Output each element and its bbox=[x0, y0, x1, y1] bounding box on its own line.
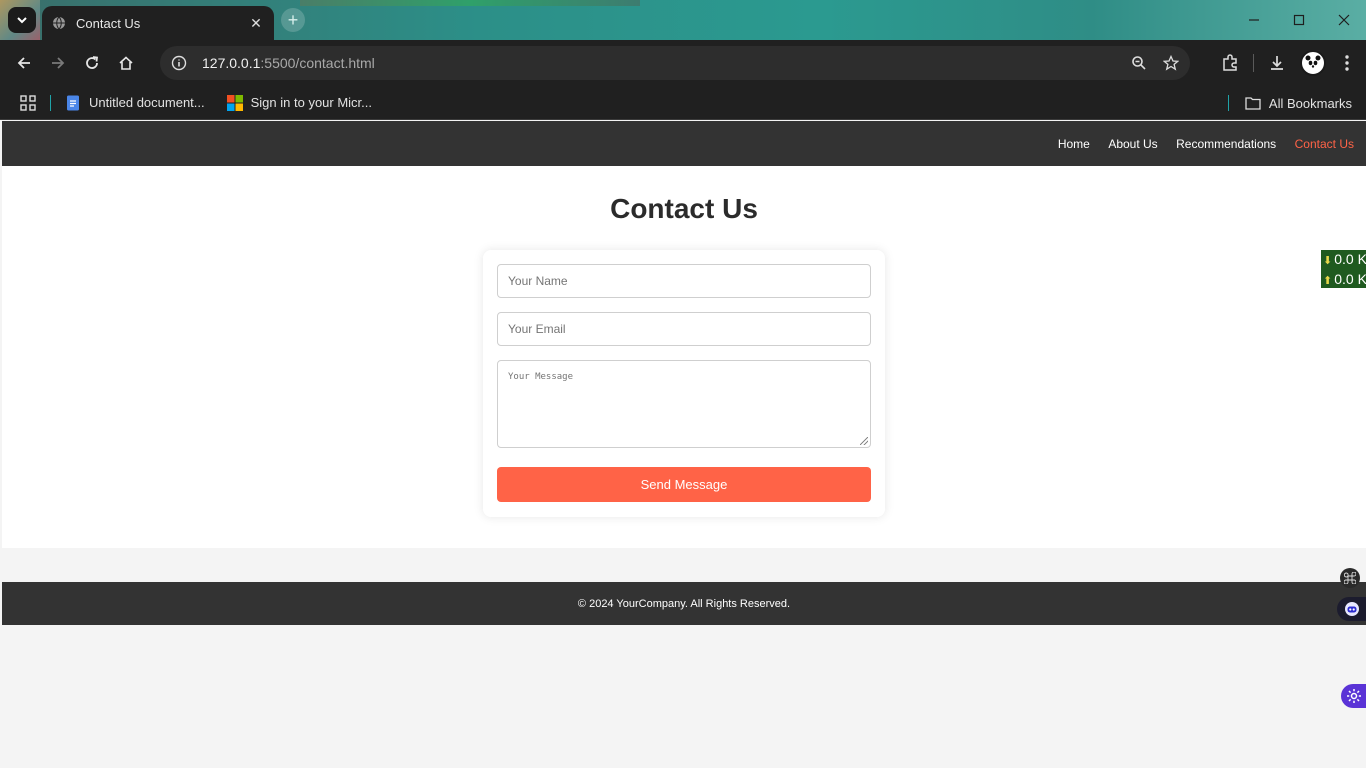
web-page: Home About Us Recommendations Contact Us… bbox=[2, 121, 1366, 768]
network-speed-widget: ⬇ 0.0 K ⬆ 0.0 K bbox=[1321, 250, 1366, 288]
name-placeholder: Your Name bbox=[508, 274, 568, 288]
all-bookmarks[interactable]: All Bookmarks bbox=[1227, 86, 1352, 120]
browser-titlebar: Contact Us ✕ + bbox=[0, 0, 1366, 40]
upload-speed: 0.0 K bbox=[1334, 271, 1366, 287]
chevron-down-icon bbox=[17, 17, 27, 24]
site-footer: © 2024 YourCompany. All Rights Reserved. bbox=[2, 582, 1366, 625]
extensions-icon[interactable] bbox=[1219, 52, 1241, 74]
bookmark-microsoft[interactable]: Sign in to your Micr... bbox=[226, 94, 373, 111]
arrow-left-icon bbox=[17, 57, 30, 69]
toolbar-separator bbox=[1253, 54, 1254, 72]
bookmarks-separator bbox=[50, 94, 51, 111]
close-icon bbox=[1338, 14, 1349, 26]
home-button[interactable] bbox=[109, 46, 143, 80]
bookmark-docs[interactable]: Untitled document... bbox=[65, 95, 205, 111]
send-message-button[interactable]: Send Message bbox=[497, 467, 871, 502]
nav-about-us[interactable]: About Us bbox=[1108, 137, 1157, 151]
down-arrow-icon: ⬇ bbox=[1323, 255, 1333, 267]
titlebar-decoration-strip bbox=[300, 0, 640, 6]
back-button[interactable] bbox=[7, 46, 41, 80]
page-title: Contact Us bbox=[610, 193, 758, 224]
all-bookmarks-label: All Bookmarks bbox=[1268, 95, 1352, 111]
browser-toolbar: 127.0.0.1:5500/contact.html bbox=[0, 40, 1366, 86]
contact-form: Your Name Your Email Your Message Send M… bbox=[483, 250, 885, 517]
minimize-icon bbox=[1248, 19, 1259, 21]
reload-button[interactable] bbox=[75, 46, 109, 80]
close-tab-icon[interactable]: ✕ bbox=[248, 15, 264, 31]
assistant-button[interactable] bbox=[1337, 597, 1366, 621]
close-window-button[interactable] bbox=[1321, 0, 1366, 40]
tab-search-button[interactable] bbox=[8, 7, 36, 33]
google-docs-icon bbox=[67, 95, 79, 110]
nav-recommendations[interactable]: Recommendations bbox=[1176, 137, 1276, 151]
email-input[interactable]: Your Email bbox=[497, 312, 871, 346]
resize-handle-icon[interactable] bbox=[860, 437, 868, 445]
gear-icon bbox=[1346, 689, 1361, 703]
panda-icon bbox=[1305, 55, 1321, 71]
profile-avatar[interactable] bbox=[1300, 50, 1326, 76]
message-placeholder: Your Message bbox=[508, 372, 574, 382]
reload-icon bbox=[86, 56, 99, 69]
tab-title: Contact Us bbox=[76, 15, 141, 31]
contact-section: Contact Us Your Name Your Email Your Mes… bbox=[2, 166, 1366, 548]
upload-speed-row: ⬆ 0.0 K bbox=[1323, 270, 1366, 288]
download-icon[interactable] bbox=[1266, 52, 1288, 74]
nav-home[interactable]: Home bbox=[1058, 137, 1090, 151]
up-arrow-icon: ⬆ bbox=[1323, 275, 1333, 287]
site-header: Home About Us Recommendations Contact Us bbox=[2, 121, 1366, 166]
site-nav: Home About Us Recommendations Contact Us bbox=[1044, 135, 1354, 153]
robot-icon bbox=[1344, 602, 1359, 616]
download-speed-row: ⬇ 0.0 K bbox=[1323, 250, 1366, 270]
url-host: 127.0.0.1 bbox=[202, 55, 261, 71]
bookmarks-separator bbox=[1227, 95, 1229, 111]
maximize-button[interactable] bbox=[1276, 0, 1321, 40]
site-info-icon[interactable] bbox=[168, 52, 190, 74]
email-placeholder: Your Email bbox=[508, 322, 566, 336]
footer-copyright: © 2024 YourCompany. All Rights Reserved. bbox=[577, 597, 791, 610]
nav-contact-us[interactable]: Contact Us bbox=[1295, 137, 1354, 151]
bookmark-label: Sign in to your Micr... bbox=[250, 95, 373, 110]
folder-icon bbox=[1245, 97, 1261, 110]
forward-button[interactable] bbox=[41, 46, 75, 80]
minimize-button[interactable] bbox=[1231, 0, 1276, 40]
maximize-icon bbox=[1293, 14, 1304, 26]
globe-icon bbox=[52, 16, 66, 30]
address-bar[interactable]: 127.0.0.1:5500/contact.html bbox=[160, 46, 1190, 80]
apps-grid-icon[interactable] bbox=[18, 93, 38, 113]
home-icon bbox=[119, 56, 133, 70]
microsoft-icon bbox=[226, 94, 243, 111]
arrow-right-icon bbox=[52, 57, 65, 69]
bookmarks-bar: Untitled document... Sign in to your Mic… bbox=[0, 86, 1366, 120]
settings-floating-button[interactable] bbox=[1341, 684, 1366, 708]
zoom-icon[interactable] bbox=[1128, 52, 1150, 74]
bookmark-label: Untitled document... bbox=[89, 95, 205, 110]
bookmark-star-icon[interactable] bbox=[1160, 52, 1182, 74]
message-textarea[interactable]: Your Message bbox=[497, 360, 871, 448]
window-controls bbox=[1231, 0, 1366, 40]
name-input[interactable]: Your Name bbox=[497, 264, 871, 298]
more-menu-icon[interactable] bbox=[1336, 52, 1358, 74]
browser-tab[interactable]: Contact Us ✕ bbox=[42, 6, 274, 40]
new-tab-button[interactable]: + bbox=[281, 8, 305, 32]
command-icon bbox=[1344, 572, 1356, 584]
command-shortcut-button[interactable] bbox=[1340, 568, 1360, 588]
download-speed: 0.0 K bbox=[1334, 251, 1366, 267]
url-path: :5500/contact.html bbox=[260, 55, 375, 71]
